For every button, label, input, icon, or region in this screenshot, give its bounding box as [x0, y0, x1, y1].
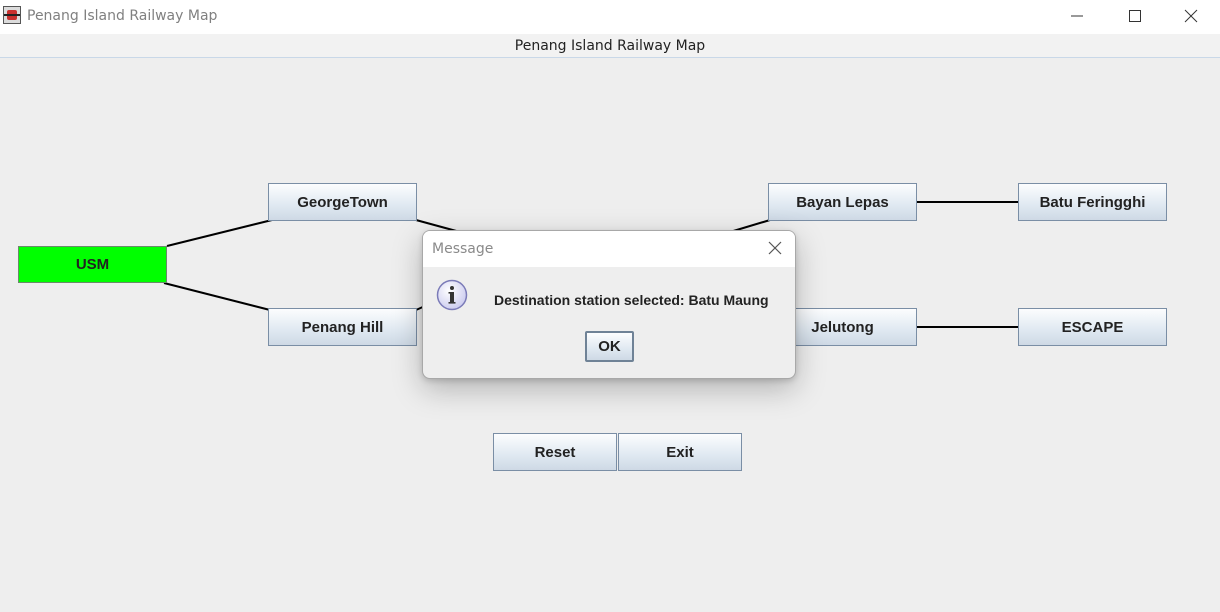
station-usm[interactable]: USM: [18, 246, 167, 283]
dialog-titlebar: Message: [423, 231, 795, 267]
ok-button[interactable]: OK: [585, 331, 634, 362]
line-usm-georgetown: [166, 219, 273, 247]
station-escape[interactable]: ESCAPE: [1018, 308, 1167, 346]
info-icon: [436, 279, 468, 311]
station-penang-hill[interactable]: Penang Hill: [268, 308, 417, 346]
dialog-message: Destination station selected: Batu Maung: [494, 292, 769, 308]
dialog-close-icon[interactable]: [767, 240, 783, 256]
message-dialog: Message Destination station selected: Ba…: [422, 230, 796, 379]
station-bayan-lepas[interactable]: Bayan Lepas: [768, 183, 917, 221]
line-usm-penang-hill: [163, 282, 271, 311]
station-georgetown[interactable]: GeorgeTown: [268, 183, 417, 221]
station-batu-feringghi[interactable]: Batu Feringghi: [1018, 183, 1167, 221]
dialog-title: Message: [432, 241, 494, 257]
exit-button[interactable]: Exit: [618, 433, 742, 471]
reset-button[interactable]: Reset: [493, 433, 617, 471]
